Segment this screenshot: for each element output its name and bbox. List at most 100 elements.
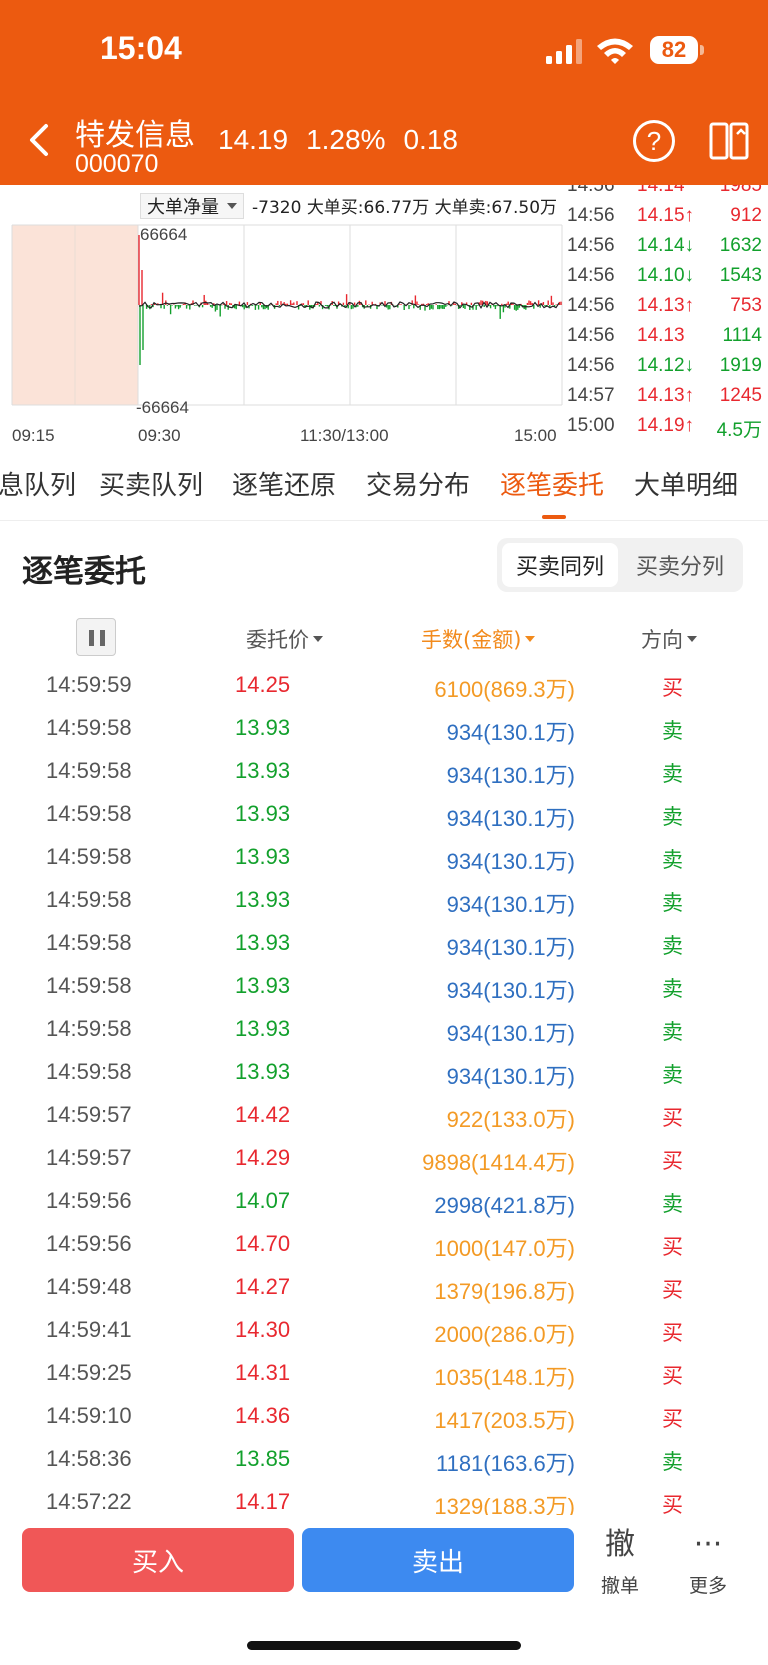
order-price: 14.70: [235, 1231, 291, 1256]
tab-news-queue[interactable]: 息队列: [0, 465, 76, 502]
order-price: 14.30: [235, 1317, 291, 1342]
table-row[interactable]: 14:59:58 13.93 934(130.1万) 卖: [0, 966, 768, 1009]
order-time: 14:59:10: [46, 1403, 132, 1428]
table-row[interactable]: 14:59:58 13.93 934(130.1万) 卖: [0, 708, 768, 751]
tick-time: 14:56: [567, 325, 615, 346]
tab-trade-distribution[interactable]: 交易分布: [366, 465, 470, 502]
table-row[interactable]: 14:59:10 14.36 1417(203.5万) 买: [0, 1396, 768, 1439]
order-price: 13.93: [235, 844, 291, 869]
order-table: 14:59:59 14.25 6100(869.3万) 买 14:59:58 13.93 9…: [0, 665, 768, 1525]
pause-icon: [89, 630, 94, 646]
sort-caret-icon: [313, 636, 323, 642]
order-direction: 买: [662, 1364, 683, 1388]
price-column-header[interactable]: 委托价: [246, 624, 323, 654]
order-direction: 卖: [662, 977, 683, 1001]
order-direction: 买: [662, 1321, 683, 1345]
big-order-chart[interactable]: 大单净量 -7320 大单买:66.77万 大单卖:67.50万 66664 -…: [0, 185, 768, 447]
tick-volume: 912: [730, 205, 762, 226]
y-axis-max: 66664: [140, 225, 188, 244]
sell-button[interactable]: 卖出: [302, 1528, 574, 1592]
current-price: 14.19: [218, 124, 289, 155]
order-price: 13.85: [235, 1446, 291, 1471]
tick-volume: 753: [730, 295, 762, 316]
tick-price: 14.13: [637, 325, 685, 346]
order-time: 14:59:56: [46, 1231, 132, 1256]
order-time: 14:59:58: [46, 1059, 132, 1084]
table-row[interactable]: 14:59:56 14.07 2998(421.8万) 卖: [0, 1181, 768, 1224]
order-direction: 买: [662, 1407, 683, 1431]
table-row[interactable]: 14:59:58 13.93 934(130.1万) 卖: [0, 880, 768, 923]
order-price: 13.93: [235, 973, 291, 998]
table-row[interactable]: 14:59:58 13.93 934(130.1万) 卖: [0, 1009, 768, 1052]
tick-list[interactable]: 14:56 14.14 1985 14:56 14.15↑ 912 14:56 14.14↓ 1…: [565, 185, 768, 447]
direction-column-header[interactable]: 方向: [641, 624, 697, 654]
table-row[interactable]: 14:59:57 14.29 9898(1414.4万) 买: [0, 1138, 768, 1181]
order-price: 14.25: [235, 672, 291, 697]
order-direction: 买: [662, 676, 683, 700]
sort-caret-icon: [687, 636, 697, 642]
tick-time: 14:56: [567, 265, 615, 286]
table-row[interactable]: 14:59:58 13.93 934(130.1万) 卖: [0, 751, 768, 794]
view-mode-segment: 买卖同列 买卖分列: [497, 538, 743, 592]
order-amount: 934(130.1万): [446, 1064, 575, 1089]
order-time: 14:59:58: [46, 930, 132, 955]
order-price: 14.17: [235, 1489, 291, 1514]
tab-big-order-detail[interactable]: 大单明细: [634, 465, 738, 502]
pause-icon-bar: [100, 630, 105, 646]
more-action[interactable]: ··· 更多: [673, 1525, 743, 1598]
order-amount: 934(130.1万): [446, 720, 575, 745]
table-row[interactable]: 14:59:58 13.93 934(130.1万) 卖: [0, 837, 768, 880]
order-amount: 922(133.0万): [446, 1107, 575, 1132]
order-direction: 卖: [662, 891, 683, 915]
tick-price: 14.14↓: [637, 235, 695, 256]
layout-switch-icon[interactable]: [707, 120, 751, 162]
order-time: 14:59:58: [46, 758, 132, 783]
order-time: 14:57:22: [46, 1489, 132, 1514]
table-row[interactable]: 14:59:59 14.25 6100(869.3万) 买: [0, 665, 768, 708]
direction-header-label: 方向: [641, 628, 683, 652]
order-price: 13.93: [235, 887, 291, 912]
order-time: 14:59:58: [46, 973, 132, 998]
pause-button[interactable]: [76, 618, 116, 656]
back-arrow-icon[interactable]: [22, 120, 58, 160]
table-row[interactable]: 14:59:41 14.30 2000(286.0万) 买: [0, 1310, 768, 1353]
table-row[interactable]: 14:59:58 13.93 934(130.1万) 卖: [0, 923, 768, 966]
tab-order-queue[interactable]: 买卖队列: [99, 465, 203, 502]
tick-time: 15:00: [567, 415, 615, 436]
tick-time: 14:56: [567, 205, 615, 226]
tick-row: 14:56 14.14↓ 1632: [565, 233, 768, 263]
order-amount: 1417(203.5万): [434, 1408, 575, 1433]
y-axis-min: -66664: [136, 398, 189, 417]
table-row[interactable]: 14:59:57 14.42 922(133.0万) 买: [0, 1095, 768, 1138]
order-time: 14:59:59: [46, 672, 132, 697]
table-row[interactable]: 14:59:58 13.93 934(130.1万) 卖: [0, 794, 768, 837]
more-label: 更多: [688, 1575, 727, 1597]
order-price: 14.07: [235, 1188, 291, 1213]
order-amount: 1000(147.0万): [434, 1236, 575, 1261]
order-amount: 934(130.1万): [446, 935, 575, 960]
seg-same-column[interactable]: 买卖同列: [502, 543, 618, 587]
tick-price: 14.10↓: [637, 265, 695, 286]
amount-column-header[interactable]: 手数(金额): [421, 624, 536, 654]
table-row[interactable]: 14:58:36 13.85 1181(163.6万) 卖: [0, 1439, 768, 1482]
tick-time: 14:56: [567, 235, 615, 256]
stock-code: 000070: [75, 150, 159, 178]
tick-row: 14:56 14.12↓ 1919: [565, 353, 768, 383]
table-row[interactable]: 14:59:58 13.93 934(130.1万) 卖: [0, 1052, 768, 1095]
buy-button[interactable]: 买入: [22, 1528, 294, 1592]
help-icon[interactable]: ?: [633, 120, 675, 162]
tick-row: 14:56 14.13↑ 753: [565, 293, 768, 323]
order-price: 14.42: [235, 1102, 291, 1127]
seg-split-column[interactable]: 买卖分列: [622, 543, 738, 587]
tick-volume: 1985: [719, 185, 762, 196]
order-amount: 1181(163.6万): [435, 1451, 575, 1476]
table-row[interactable]: 14:59:56 14.70 1000(147.0万) 买: [0, 1224, 768, 1267]
tick-row: 14:56 14.15↑ 912: [565, 203, 768, 233]
table-row[interactable]: 14:59:48 14.27 1379(196.8万) 买: [0, 1267, 768, 1310]
tab-trade-replay[interactable]: 逐笔还原: [232, 465, 336, 502]
tab-order-by-order[interactable]: 逐笔委托: [500, 465, 604, 502]
table-row[interactable]: 14:59:25 14.31 1035(148.1万) 买: [0, 1353, 768, 1396]
indicator-dropdown[interactable]: 大单净量: [140, 193, 244, 219]
cancel-order-action[interactable]: 撤 撤单: [585, 1525, 655, 1598]
tick-row: 15:00 14.19↑ 4.5万: [565, 413, 768, 443]
